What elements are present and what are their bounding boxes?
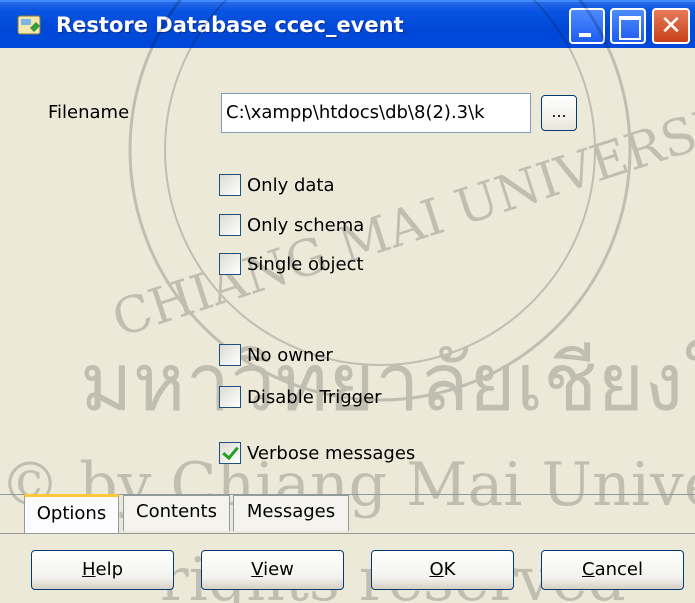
close-icon: ✕ [660, 11, 682, 41]
view-accel: V [251, 559, 264, 580]
maximize-icon [619, 16, 641, 40]
no-owner-checkbox[interactable] [219, 344, 241, 366]
watermark-thai: มหาวิทยาลัยเชียงใหม่ [80, 336, 695, 429]
ok-accel: O [429, 559, 444, 580]
only-schema-checkbox[interactable] [219, 214, 241, 236]
ok-rest: K [443, 559, 456, 580]
filename-field[interactable]: C:\xampp\htdocs\db\8(2).3\k [221, 93, 531, 133]
title-bar[interactable]: Restore Database ccec_event ✕ [0, 0, 695, 48]
single-object-label: Single object [247, 253, 364, 275]
no-owner-label: No owner [247, 344, 333, 366]
ok-button[interactable]: OK [371, 550, 514, 590]
only-data-checkbox[interactable] [219, 174, 241, 196]
tab-messages[interactable]: Messages [233, 495, 349, 531]
disable-trigger-label: Disable Trigger [247, 386, 382, 408]
only-data-label: Only data [247, 174, 335, 196]
only-data-option[interactable]: Only data [219, 171, 335, 199]
maximize-button[interactable] [610, 8, 646, 44]
view-button[interactable]: View [201, 550, 344, 590]
verbose-messages-label: Verbose messages [247, 442, 416, 464]
only-schema-option[interactable]: Only schema [219, 211, 364, 239]
tab-contents[interactable]: Contents [123, 495, 230, 531]
verbose-messages-option[interactable]: Verbose messages [219, 439, 415, 467]
tab-options[interactable]: Options [24, 494, 119, 534]
help-accel: H [81, 559, 96, 580]
minimize-button[interactable] [569, 8, 605, 44]
filename-label: Filename [48, 102, 130, 123]
close-button[interactable]: ✕ [652, 8, 690, 44]
single-object-option[interactable]: Single object [219, 250, 364, 278]
browse-button[interactable]: ... [541, 95, 577, 131]
disable-trigger-checkbox[interactable] [219, 386, 241, 408]
verbose-messages-checkbox[interactable] [219, 442, 241, 464]
cancel-rest: ancel [594, 559, 643, 580]
disable-trigger-option[interactable]: Disable Trigger [219, 383, 382, 411]
help-rest: elp [95, 559, 124, 580]
no-owner-option[interactable]: No owner [219, 341, 333, 369]
minimize-icon [579, 33, 591, 37]
cancel-button[interactable]: Cancel [541, 550, 684, 590]
view-rest: iew [263, 559, 294, 580]
restore-database-dialog: Restore Database ccec_event ✕ มหาวิทยาลั… [0, 0, 695, 603]
window-title: Restore Database ccec_event [56, 13, 404, 37]
database-restore-icon [17, 15, 41, 35]
single-object-checkbox[interactable] [219, 253, 241, 275]
only-schema-label: Only schema [247, 214, 365, 236]
cancel-accel: C [582, 559, 595, 580]
help-button[interactable]: Help [31, 550, 174, 590]
